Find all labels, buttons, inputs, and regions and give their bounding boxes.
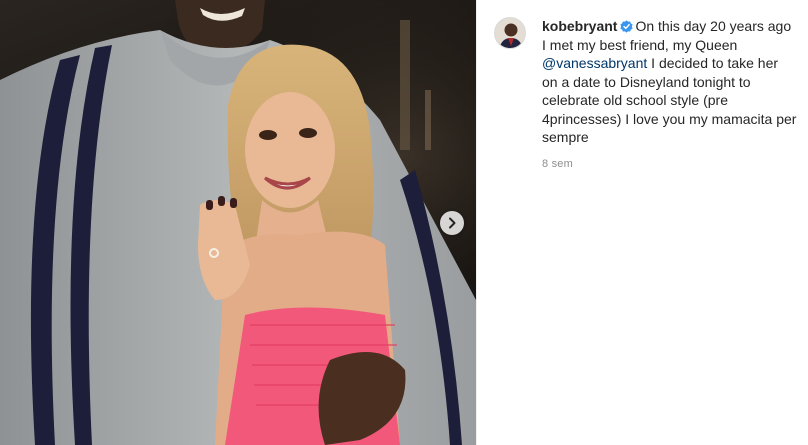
caption-panel: kobebryant On this day 20 years ago I met… — [477, 0, 808, 445]
mention-link[interactable]: @vanessabryant — [542, 55, 647, 71]
photo-illustration — [0, 0, 476, 445]
post-timestamp[interactable]: 8 sem — [542, 158, 573, 170]
instagram-post: kobebryant On this day 20 years ago I met… — [0, 0, 808, 445]
post-photo[interactable] — [0, 0, 476, 445]
verified-badge-icon — [620, 20, 634, 33]
post-caption: kobebryant On this day 20 years ago I met… — [542, 17, 797, 147]
username-link[interactable]: kobebryant — [542, 18, 617, 34]
profile-picture — [495, 18, 525, 48]
avatar[interactable] — [494, 17, 526, 49]
chevron-right-icon — [449, 217, 456, 229]
next-photo-button[interactable] — [440, 211, 464, 235]
